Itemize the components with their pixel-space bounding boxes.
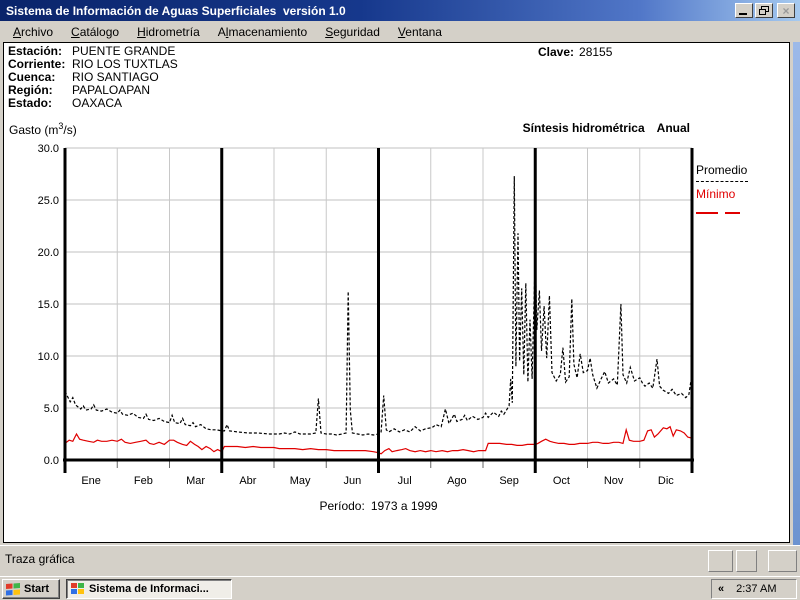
status-panel: [708, 550, 733, 572]
tray-expand-chevron[interactable]: «: [718, 583, 724, 595]
screen: Sistema de Información de Aguas Superfic…: [0, 0, 800, 600]
content-area: Estación: PUENTE GRANDE Corriente: RIO LOS…: [3, 42, 790, 543]
taskbar-item-label: Sistema de Informaci...: [89, 583, 209, 595]
status-panel: [736, 550, 757, 572]
menu-item-ventana[interactable]: Ventana: [389, 23, 451, 41]
y-tick-label: 15.0: [38, 299, 59, 311]
taskbar: Start Sistema de Informaci... « 2:37 AM: [0, 576, 800, 600]
close-button[interactable]: ×: [777, 3, 795, 18]
taskbar-clock: 2:37 AM: [736, 583, 777, 595]
chart-plot: 0.0 5.0 10.0 15.0 20.0 25.0 30.0 Ene Feb Mar Abr Ma…: [38, 143, 694, 487]
status-panels: [708, 550, 797, 572]
menu-bar: Archivo Catálogo Hidrometría Almacenamiento…: [0, 21, 800, 42]
close-icon: ×: [782, 3, 790, 18]
y-tick-label: 30.0: [38, 143, 59, 155]
minimize-icon: [739, 13, 747, 15]
status-panel: [768, 550, 797, 572]
y-tick-label: 20.0: [38, 247, 59, 259]
start-label: Start: [24, 583, 50, 595]
window-title: Sistema de Información de Aguas Superfic…: [6, 3, 346, 18]
month-label: Ene: [81, 475, 101, 487]
menu-item-almacenamiento[interactable]: Almacenamiento: [209, 23, 316, 41]
month-label: Ago: [447, 475, 467, 487]
month-label: Nov: [604, 475, 624, 487]
start-button[interactable]: Start: [2, 579, 60, 599]
month-label: Jun: [344, 475, 362, 487]
status-text: Traza gráfica: [5, 552, 75, 566]
legend-line-minimo: [696, 205, 788, 219]
month-label: Dic: [658, 475, 674, 487]
y-tick-label: 10.0: [38, 351, 59, 363]
taskbar-item-sistema[interactable]: Sistema de Informaci...: [66, 579, 232, 599]
month-label: Abr: [239, 475, 256, 487]
legend-label-promedio: Promedio: [696, 163, 748, 177]
y-tick-label: 5.0: [44, 403, 59, 415]
window-controls: ×: [733, 3, 795, 18]
chart-legend: Promedio Mínimo: [696, 163, 788, 219]
legend-line-promedio: [696, 181, 748, 182]
menu-item-hidrometra[interactable]: Hidrometría: [128, 23, 209, 41]
month-label: May: [290, 475, 311, 487]
period-label: Período: 1973 a 1999: [319, 499, 438, 513]
status-bar: Traza gráfica: [0, 545, 800, 576]
app-icon: [71, 583, 84, 594]
window-titlebar: Sistema de Información de Aguas Superfic…: [0, 0, 800, 21]
month-label: Sep: [499, 475, 519, 487]
desktop-background-edge: [793, 42, 800, 545]
menu-item-seguridad[interactable]: Seguridad: [316, 23, 389, 41]
windows-logo-icon: [6, 582, 20, 595]
month-label: Jul: [398, 475, 412, 487]
minimize-button[interactable]: [735, 3, 753, 18]
month-label: Mar: [186, 475, 205, 487]
menu-item-catlogo[interactable]: Catálogo: [62, 23, 128, 41]
restore-button[interactable]: [755, 3, 773, 18]
menu-item-archivo[interactable]: Archivo: [4, 23, 62, 41]
y-tick-label: 0.0: [44, 455, 59, 467]
system-tray: « 2:37 AM: [711, 579, 797, 599]
restore-icon: [759, 6, 769, 15]
month-label: Oct: [553, 475, 570, 487]
legend-label-minimo: Mínimo: [696, 187, 736, 201]
y-tick-label: 25.0: [38, 195, 59, 207]
month-label: Feb: [134, 475, 153, 487]
